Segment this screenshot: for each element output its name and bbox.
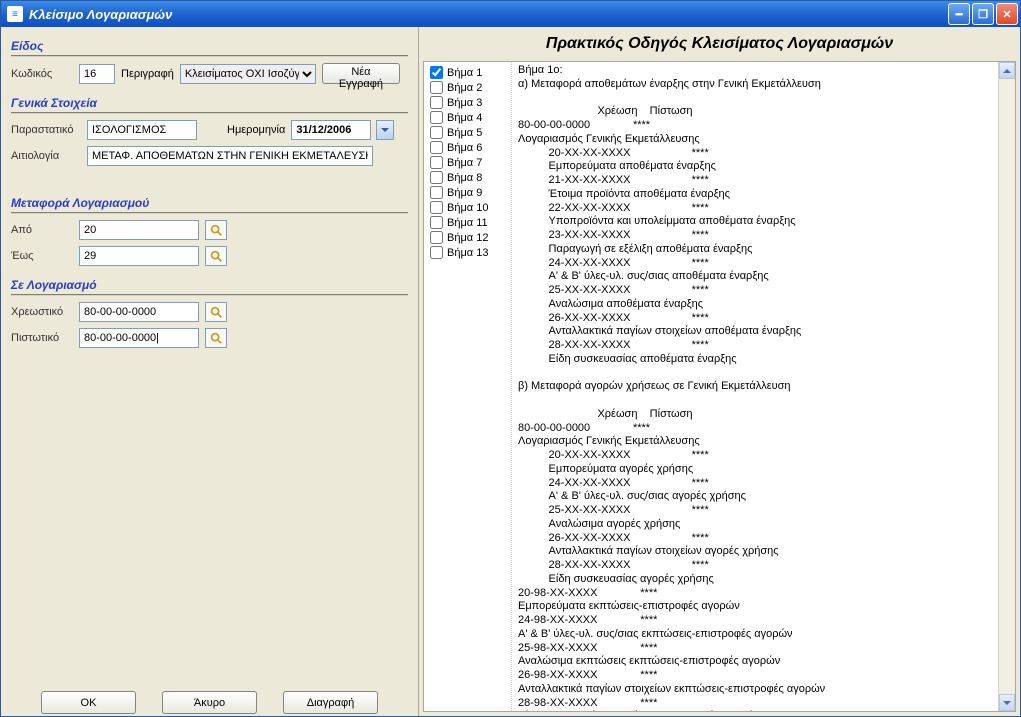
description-select[interactable]: Κλεισίματος ΟΧΙ Ισοζύγι [180,64,316,84]
step-item-2[interactable]: Βήμα 2 [426,81,509,96]
section-account-title: Σε Λογαριασμό [11,278,408,296]
scroll-down-button[interactable] [999,694,1015,711]
from-input[interactable] [79,220,199,240]
app-icon: ≡ [7,6,23,22]
window-title: Κλείσιμο Λογαριασμών [29,7,948,22]
step-label: Βήμα 8 [447,172,482,184]
date-label: Ημερομηνία [227,124,285,136]
vertical-scrollbar[interactable] [998,62,1015,711]
step-label: Βήμα 4 [447,112,482,124]
reason-input[interactable] [87,146,373,166]
credit-lookup-button[interactable] [205,328,227,348]
section-general-title: Γενικά Στοιχεία [11,96,408,114]
from-label: Από [11,224,73,236]
step-checkbox[interactable] [430,156,443,169]
credit-input[interactable] [79,328,199,348]
debit-label: Χρεωστικό [11,306,73,318]
reason-label: Αιτιολογία [11,150,81,162]
description-label: Περιγραφή [121,68,174,80]
to-lookup-button[interactable] [205,246,227,266]
step-label: Βήμα 5 [447,127,482,139]
step-checkbox[interactable] [430,231,443,244]
section-transfer-title: Μεταφορά Λογαριασμού [11,196,408,214]
guide-title: Πρακτικός Οδηγός Κλεισίματος Λογαριασμών [419,27,1020,61]
step-item-7[interactable]: Βήμα 7 [426,156,509,171]
step-label: Βήμα 1 [447,67,482,79]
step-label: Βήμα 3 [447,97,482,109]
scroll-track[interactable] [999,79,1015,694]
step-label: Βήμα 6 [447,142,482,154]
step-checkbox[interactable] [430,126,443,139]
step-checkbox[interactable] [430,186,443,199]
from-lookup-button[interactable] [205,220,227,240]
step-label: Βήμα 11 [447,217,488,229]
step-item-4[interactable]: Βήμα 4 [426,111,509,126]
step-checkbox[interactable] [430,111,443,124]
date-input[interactable] [291,120,371,140]
step-label: Βήμα 10 [447,202,488,214]
step-label: Βήμα 9 [447,187,482,199]
titlebar: ≡ Κλείσιμο Λογαριασμών ━ ❐ ✕ [1,1,1020,27]
step-label: Βήμα 2 [447,82,482,94]
document-label: Παραστατικό [11,124,81,136]
step-item-6[interactable]: Βήμα 6 [426,141,509,156]
debit-lookup-button[interactable] [205,302,227,322]
step-checkbox[interactable] [430,171,443,184]
step-label: Βήμα 12 [447,232,488,244]
cancel-button[interactable]: Άκυρο [162,691,257,714]
step-label: Βήμα 7 [447,157,482,169]
maximize-button[interactable]: ❐ [972,3,994,25]
guide-text-area: Βήμα 1ο: α) Μεταφορά αποθεμάτων έναρξης … [512,62,998,711]
step-checkbox[interactable] [430,66,443,79]
step-item-9[interactable]: Βήμα 9 [426,186,509,201]
to-label: Έως [11,250,73,262]
step-item-13[interactable]: Βήμα 13 [426,246,509,261]
step-item-3[interactable]: Βήμα 3 [426,96,509,111]
section-kind-title: Είδος [11,39,408,57]
steps-tree: Βήμα 1 Βήμα 2 Βήμα 3 Βήμα 4 Βήμα 5 Βήμα 6 Βήμα… [424,62,512,711]
ok-button[interactable]: ΟΚ [41,691,136,714]
step-checkbox[interactable] [430,81,443,94]
step-label: Βήμα 13 [447,247,488,259]
code-label: Κωδικός [11,68,73,80]
step-checkbox[interactable] [430,216,443,229]
debit-input[interactable] [79,302,199,322]
step-item-10[interactable]: Βήμα 10 [426,201,509,216]
credit-label: Πιστωτικό [11,332,73,344]
step-checkbox[interactable] [430,96,443,109]
step-checkbox[interactable] [430,246,443,259]
step-item-8[interactable]: Βήμα 8 [426,171,509,186]
date-dropdown-button[interactable] [376,120,394,140]
close-button[interactable]: ✕ [996,3,1018,25]
step-checkbox[interactable] [430,141,443,154]
code-input[interactable] [79,64,115,84]
minimize-button[interactable]: ━ [948,3,970,25]
step-item-11[interactable]: Βήμα 11 [426,216,509,231]
scroll-up-button[interactable] [999,62,1015,79]
delete-button[interactable]: Διαγραφή [283,691,378,714]
step-item-1[interactable]: Βήμα 1 [426,66,509,81]
step-checkbox[interactable] [430,201,443,214]
new-record-button[interactable]: Νέα Εγγραφή [322,63,400,84]
step-item-12[interactable]: Βήμα 12 [426,231,509,246]
document-input[interactable] [87,120,197,140]
step-item-5[interactable]: Βήμα 5 [426,126,509,141]
to-input[interactable] [79,246,199,266]
